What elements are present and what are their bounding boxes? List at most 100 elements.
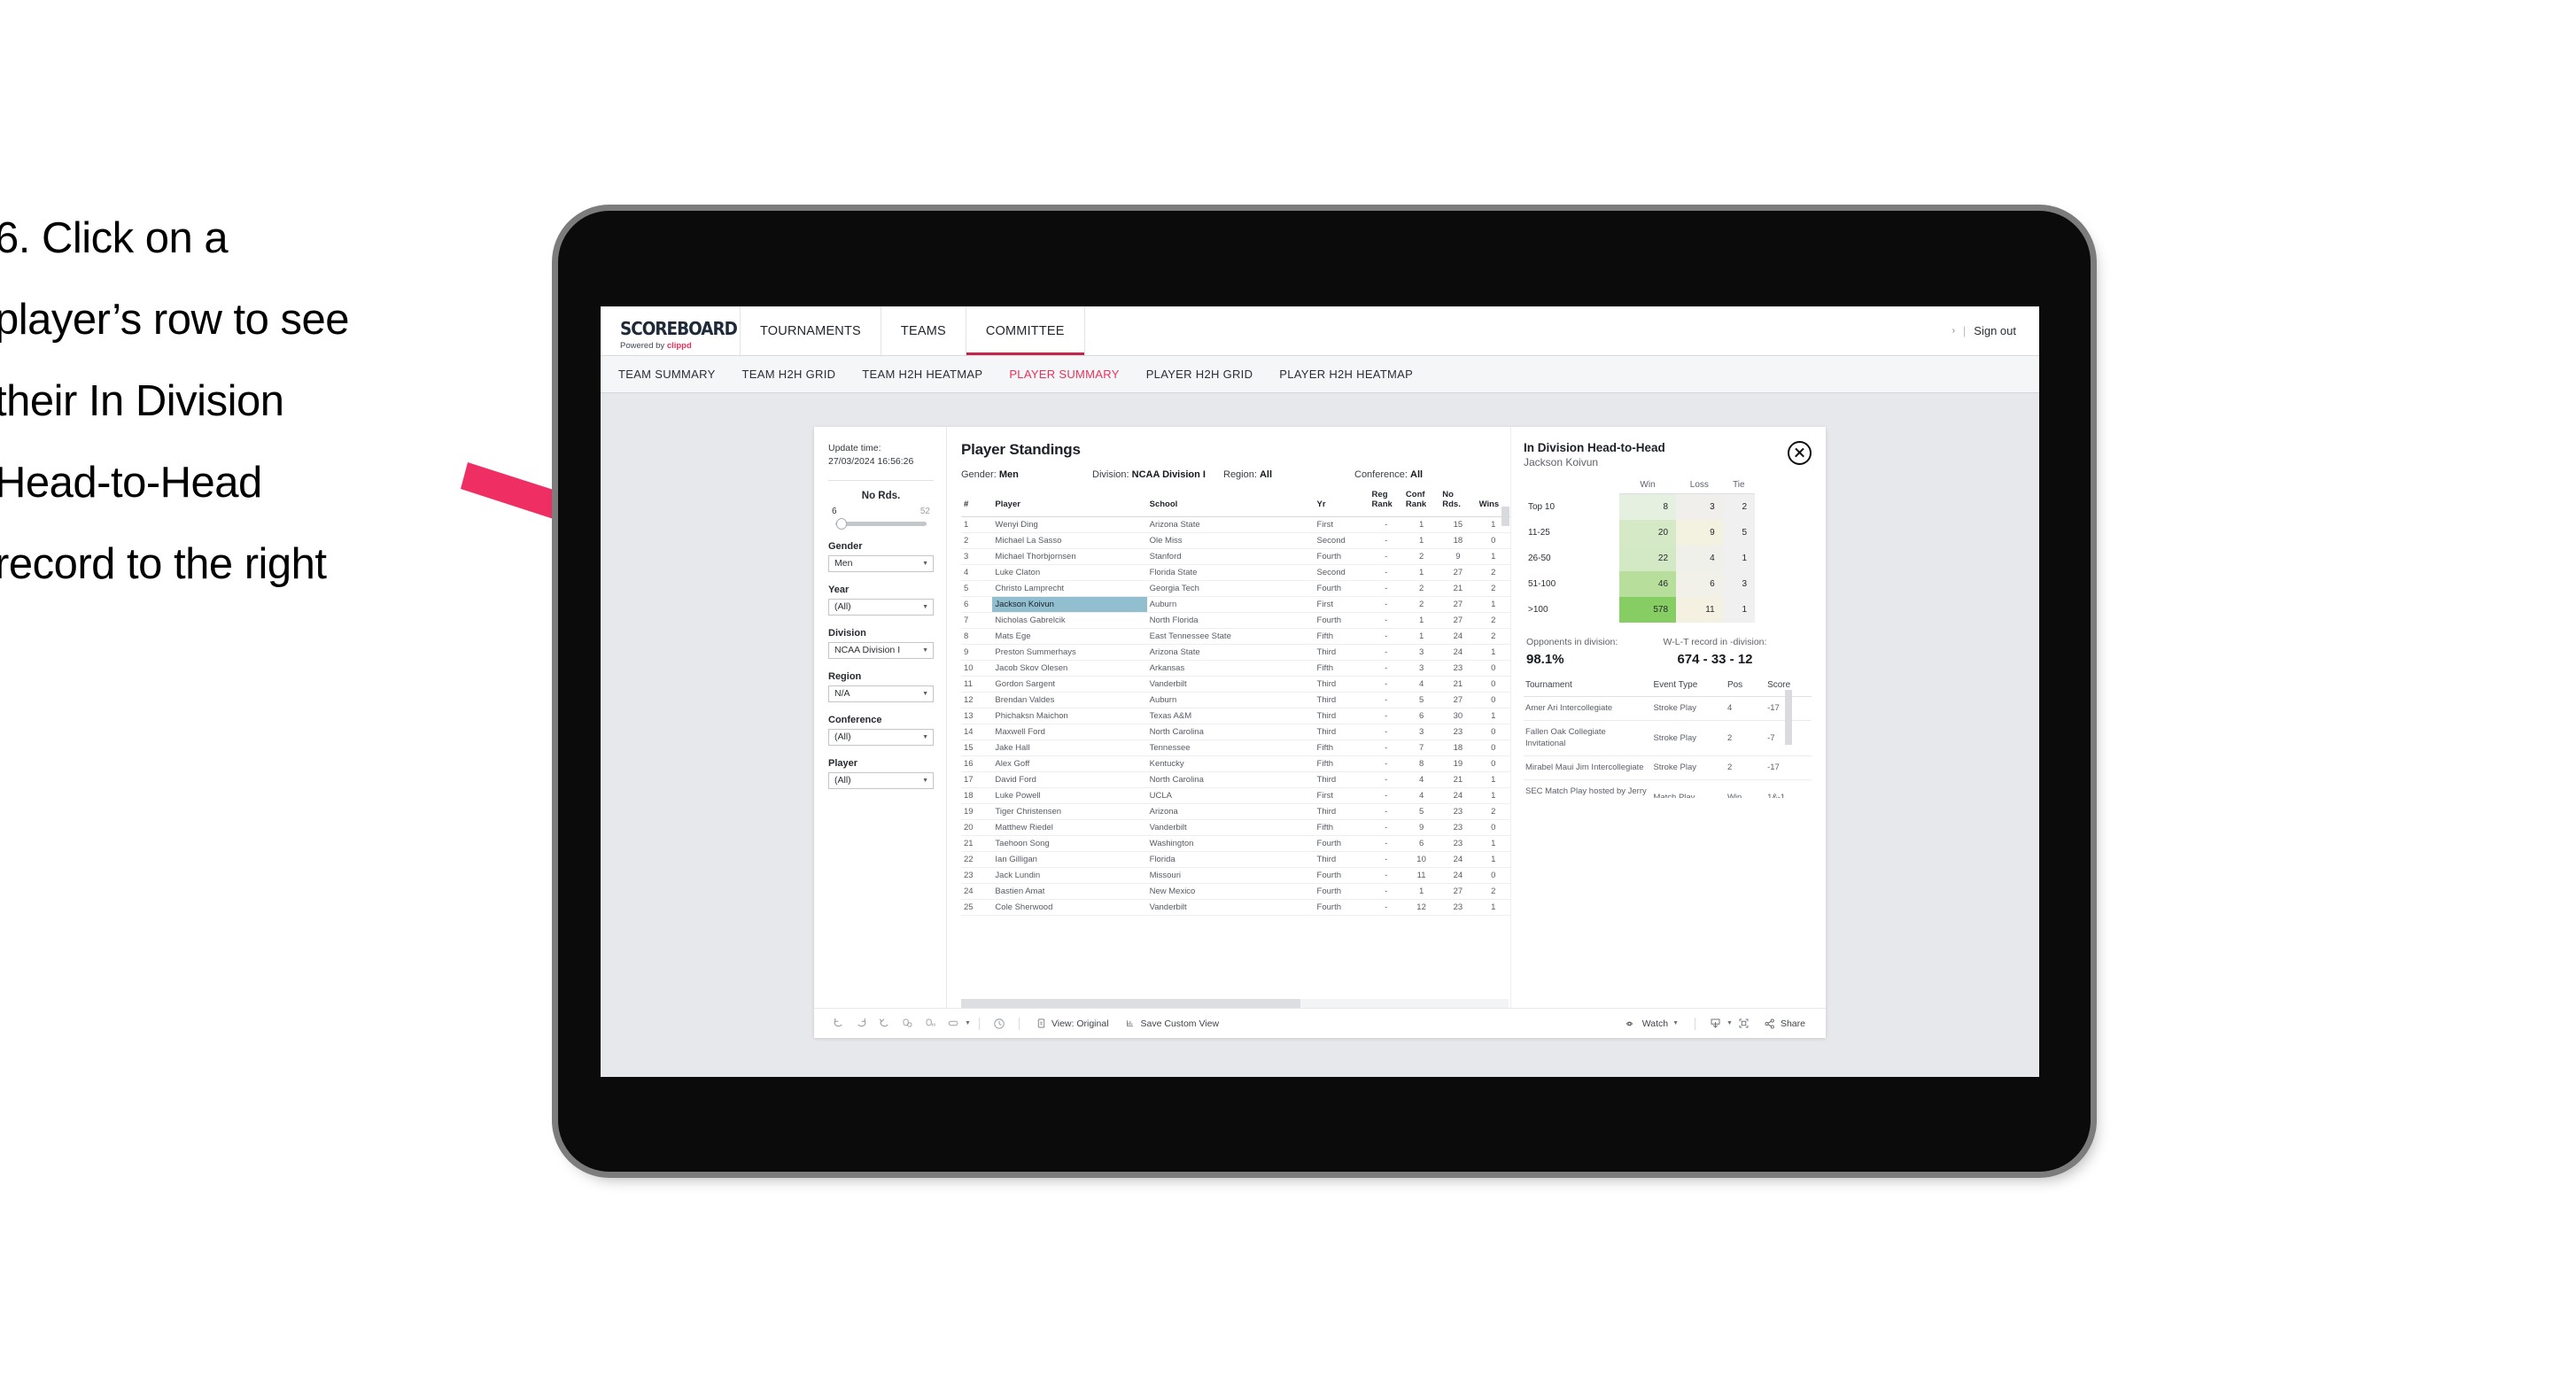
cell-no-rds: 23 <box>1439 819 1477 836</box>
table-row[interactable]: 22 Ian Gilligan Florida Third -10 24 1 <box>961 851 1510 868</box>
filter-region-select[interactable]: N/A ▼ <box>828 685 934 702</box>
cell-reg-rank: - <box>1369 612 1403 629</box>
download-icon[interactable] <box>1703 1017 1726 1030</box>
standings-horizontal-scrollbar[interactable] <box>961 999 1509 1008</box>
tab-team-h2h-grid[interactable]: TEAM H2H GRID <box>742 368 836 381</box>
tab-player-summary[interactable]: PLAYER SUMMARY <box>1009 368 1119 381</box>
table-row[interactable]: 8 Mats Ege East Tennessee State Fifth -1 24 2 <box>961 628 1510 645</box>
col-rank[interactable]: # <box>961 489 993 517</box>
filter-year-select[interactable]: (All) ▼ <box>828 598 934 616</box>
col-school[interactable]: School <box>1146 489 1315 517</box>
nav-teams[interactable]: TEAMS <box>881 306 966 355</box>
cell-no-rds: 15 <box>1439 516 1477 533</box>
col-no-rds[interactable]: No Rds. <box>1439 489 1477 517</box>
col-reg-rank[interactable]: Reg Rank <box>1369 489 1403 517</box>
cell-conf-rank: 4 <box>1402 787 1440 804</box>
tablet-screen: SCOREBOARD Powered by clippd TOURNAMENTS… <box>601 306 2039 1077</box>
table-row[interactable]: 5 Christo Lamprecht Georgia Tech Fourth -2 21… <box>961 580 1510 597</box>
table-row[interactable]: 25 Cole Sherwood Vanderbilt Fourth -12 23 1 <box>961 899 1510 916</box>
share-button[interactable]: Share <box>1756 1018 1813 1030</box>
tournament-row[interactable]: SEC Match Play hosted by Jerry Pate Roun… <box>1524 779 1812 798</box>
table-row[interactable]: 1 Wenyi Ding Arizona State First -1 15 1 <box>961 516 1510 533</box>
close-circle-icon[interactable] <box>1788 441 1812 465</box>
table-row[interactable]: 7 Nicholas Gabrelcik North Florida Fourth -1… <box>961 612 1510 629</box>
filter-gender-select[interactable]: Men ▼ <box>828 554 934 572</box>
filter-player-select[interactable]: (All) ▼ <box>828 771 934 789</box>
table-row[interactable]: 23 Jack Lundin Missouri Fourth -11 24 0 <box>961 867 1510 884</box>
cell-no-rds: 27 <box>1439 883 1477 900</box>
table-row[interactable]: 19 Tiger Christensen Arizona Third -5 23 2 <box>961 803 1510 820</box>
view-original-button[interactable]: View: Original <box>1028 1018 1117 1029</box>
table-row[interactable]: 6 Jackson Koivun Auburn First -2 27 1 <box>961 596 1510 613</box>
chevron-down-icon[interactable]: ▼ <box>1726 1020 1733 1026</box>
toolbar-divider <box>1018 1017 1020 1030</box>
table-row[interactable]: 9 Preston Summerhays Arizona State Third -3 2… <box>961 644 1510 661</box>
table-row[interactable]: 16 Alex Goff Kentucky Fifth -8 19 0 <box>961 755 1510 772</box>
table-row[interactable]: 15 Jake Hall Tennessee Fifth -7 18 0 <box>961 739 1510 756</box>
table-row[interactable]: 20 Matthew Riedel Vanderbilt Fifth -9 23 0 <box>961 819 1510 836</box>
chevron-down-icon[interactable]: ▼ <box>965 1020 971 1026</box>
table-row[interactable]: 11 Gordon Sargent Vanderbilt Third -4 21 0 <box>961 676 1510 693</box>
watch-button[interactable]: Watch ▼ <box>1618 1018 1687 1030</box>
table-row[interactable]: 17 David Ford North Carolina Third -4 21 1 <box>961 771 1510 788</box>
table-row[interactable]: 10 Jacob Skov Olesen Arkansas Fifth -3 23 0 <box>961 660 1510 677</box>
tournament-row[interactable]: Amer Ari Intercollegiate Stroke Play 4 -17 <box>1524 696 1812 722</box>
cell-player: David Ford <box>992 771 1147 788</box>
nav-committee[interactable]: COMMITTEE <box>966 306 1085 355</box>
fullscreen-icon[interactable] <box>1733 1017 1756 1030</box>
standings-vertical-scrollbar[interactable] <box>1501 507 1509 526</box>
cell-player: Jack Lundin <box>992 867 1147 884</box>
save-custom-view-button[interactable]: Save Custom View <box>1117 1018 1228 1029</box>
table-row[interactable]: 18 Luke Powell UCLA First -4 24 1 <box>961 787 1510 804</box>
table-row[interactable]: 24 Bastien Amat New Mexico Fourth -1 27 2 <box>961 883 1510 900</box>
table-row[interactable]: 14 Maxwell Ford North Carolina Third -3 23 0 <box>961 724 1510 740</box>
pause-auto-update-icon[interactable] <box>919 1017 942 1030</box>
tournament-row[interactable]: Mirabel Maui Jim Intercollegiate Stroke P… <box>1524 755 1812 781</box>
meta-conference-label: Conference: <box>1354 469 1408 480</box>
history-icon[interactable] <box>988 1017 1011 1031</box>
nav-tournaments[interactable]: TOURNAMENTS <box>741 306 881 355</box>
sign-out-link[interactable]: Sign out <box>1974 324 2016 337</box>
table-row[interactable]: 2 Michael La Sasso Ole Miss Second -1 18 0 <box>961 532 1510 549</box>
cell-reg-rank: - <box>1369 835 1403 852</box>
revert-icon[interactable] <box>873 1017 896 1030</box>
table-row[interactable]: 4 Luke Claton Florida State Second -1 27 2 <box>961 564 1510 581</box>
table-row[interactable]: 3 Michael Thorbjornsen Stanford Fourth -2 9 1 <box>961 548 1510 565</box>
chevron-down-icon[interactable]: ▼ <box>1672 1020 1679 1026</box>
tournament-row[interactable]: Fallen Oak Collegiate Invitational Stroke… <box>1524 720 1812 757</box>
cell-no-rds: 21 <box>1439 580 1477 597</box>
cell-rank: 18 <box>961 787 993 804</box>
tab-player-h2h-grid[interactable]: PLAYER H2H GRID <box>1146 368 1253 381</box>
cell-year: Fifth <box>1314 755 1369 772</box>
redo-icon[interactable] <box>850 1017 873 1030</box>
col-player[interactable]: Player <box>992 489 1147 517</box>
slider-handle[interactable] <box>836 517 847 530</box>
chevron-down-icon: ▼ <box>922 603 928 610</box>
tournament-scroll-area[interactable]: Tournament Event Type Pos Score Amer Ari… <box>1524 667 1812 798</box>
chevron-right-icon[interactable]: › <box>1952 326 1955 336</box>
standings-scroll-thumb[interactable] <box>961 999 1301 1008</box>
tab-team-summary[interactable]: TEAM SUMMARY <box>618 368 716 381</box>
meta-region-value: All <box>1259 469 1273 480</box>
cell-wins: 0 <box>1476 819 1510 836</box>
cell-school: Florida <box>1146 851 1315 868</box>
no-rounds-slider[interactable]: No Rds. 6 52 <box>828 491 934 530</box>
tab-team-h2h-heatmap[interactable]: TEAM H2H HEATMAP <box>862 368 982 381</box>
col-conf-rank[interactable]: Conf Rank <box>1402 489 1440 517</box>
filter-division-select[interactable]: NCAA Division I ▼ <box>828 641 934 659</box>
tournament-scrollbar[interactable] <box>1785 690 1792 745</box>
annotation-line-5: record to the right <box>0 539 327 588</box>
refresh-data-icon[interactable] <box>896 1017 919 1030</box>
undo-icon[interactable] <box>826 1017 850 1030</box>
col-year[interactable]: Yr <box>1314 489 1369 517</box>
device-layout-icon[interactable] <box>942 1017 965 1030</box>
table-row[interactable]: 21 Taehoon Song Washington Fourth -6 23 1 <box>961 835 1510 852</box>
cell-school: Texas A&M <box>1146 708 1315 724</box>
cell-no-rds: 9 <box>1439 548 1477 565</box>
tab-player-h2h-heatmap[interactable]: PLAYER H2H HEATMAP <box>1279 368 1413 381</box>
filter-conference-select[interactable]: (All) ▼ <box>828 728 934 746</box>
standings-scroll-area[interactable]: # Player School Yr Reg Rank Conf Rank No… <box>961 489 1510 997</box>
slider-track[interactable] <box>835 517 927 530</box>
table-row[interactable]: 13 Phichaksn Maichon Texas A&M Third -6 30 1 <box>961 708 1510 724</box>
table-row[interactable]: 12 Brendan Valdes Auburn Third -5 27 0 <box>961 692 1510 708</box>
